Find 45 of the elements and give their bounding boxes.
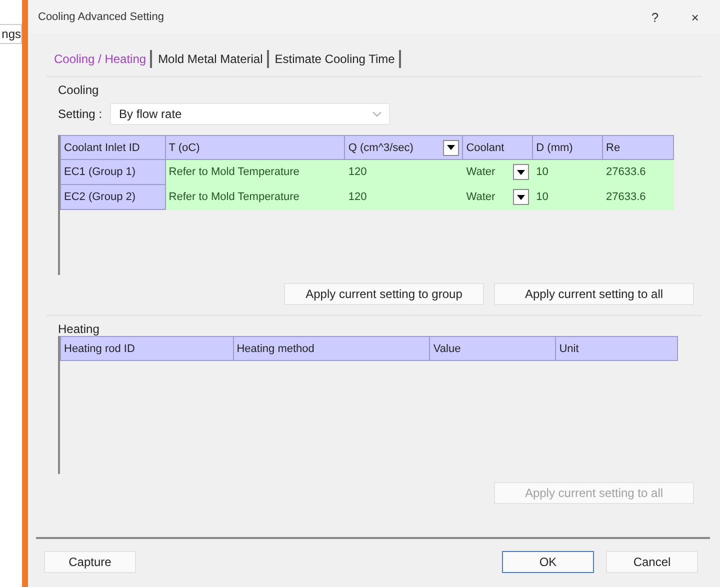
table-cell: 27633.6 bbox=[602, 184, 674, 210]
setting-label: Setting : bbox=[58, 107, 102, 121]
coolant-dropdown[interactable]: Water bbox=[462, 160, 533, 184]
column-header: Q (cm^3/sec) bbox=[344, 136, 463, 160]
dropdown-button[interactable] bbox=[443, 140, 460, 156]
tab[interactable]: Mold Metal Material bbox=[154, 50, 269, 68]
table-cell: 10 bbox=[532, 160, 603, 184]
dropdown-button[interactable] bbox=[513, 189, 530, 205]
column-header: Heating rod ID bbox=[60, 336, 234, 360]
column-header: Re bbox=[602, 136, 674, 160]
cancel-button[interactable]: Cancel bbox=[606, 551, 698, 573]
apply-button[interactable]: Apply current setting to all bbox=[494, 283, 694, 305]
table-cell: Refer to Mold Temperature bbox=[165, 160, 345, 184]
table-cell: EC1 (Group 1) bbox=[60, 160, 166, 184]
caret-icon bbox=[517, 194, 526, 200]
caret-icon bbox=[517, 170, 526, 174]
table-cell: Refer to Mold Temperature bbox=[165, 184, 345, 210]
column-header: Heating method bbox=[233, 336, 430, 360]
column-header: Coolant bbox=[462, 136, 533, 160]
table-cell: 120 bbox=[344, 160, 463, 184]
column-header: Value bbox=[430, 336, 556, 360]
capture-button[interactable]: Capture bbox=[44, 551, 136, 573]
coolant-dropdown[interactable]: Water bbox=[462, 184, 533, 210]
caret-icon bbox=[447, 145, 456, 150]
column-header: Unit bbox=[556, 336, 678, 360]
background-text: ngs bbox=[0, 24, 22, 44]
table-cell: 120 bbox=[344, 184, 463, 210]
dropdown-button[interactable] bbox=[513, 164, 530, 180]
group-title: Cooling bbox=[58, 83, 100, 97]
chevron-down-icon bbox=[373, 112, 382, 116]
table-cell: 10 bbox=[532, 184, 603, 210]
column-header: Coolant Inlet ID bbox=[60, 136, 166, 160]
tab[interactable]: Estimate Cooling Time bbox=[270, 50, 401, 68]
close-button[interactable]: × bbox=[680, 8, 710, 26]
ok-button[interactable]: OK bbox=[502, 551, 594, 573]
tab[interactable]: Cooling / Heating bbox=[50, 50, 152, 68]
help-button[interactable]: ? bbox=[640, 8, 670, 26]
table-cell: 27633.6 bbox=[602, 160, 674, 184]
window-title: Cooling Advanced Setting bbox=[38, 11, 165, 23]
table-cell: EC2 (Group 2) bbox=[60, 184, 166, 210]
column-header: D (mm) bbox=[532, 136, 603, 160]
column-header: T (oC) bbox=[165, 136, 345, 160]
setting-dropdown[interactable]: By flow rate bbox=[110, 103, 390, 125]
group-title: Heating bbox=[58, 322, 100, 336]
apply-button[interactable]: Apply current setting to group bbox=[284, 283, 484, 305]
